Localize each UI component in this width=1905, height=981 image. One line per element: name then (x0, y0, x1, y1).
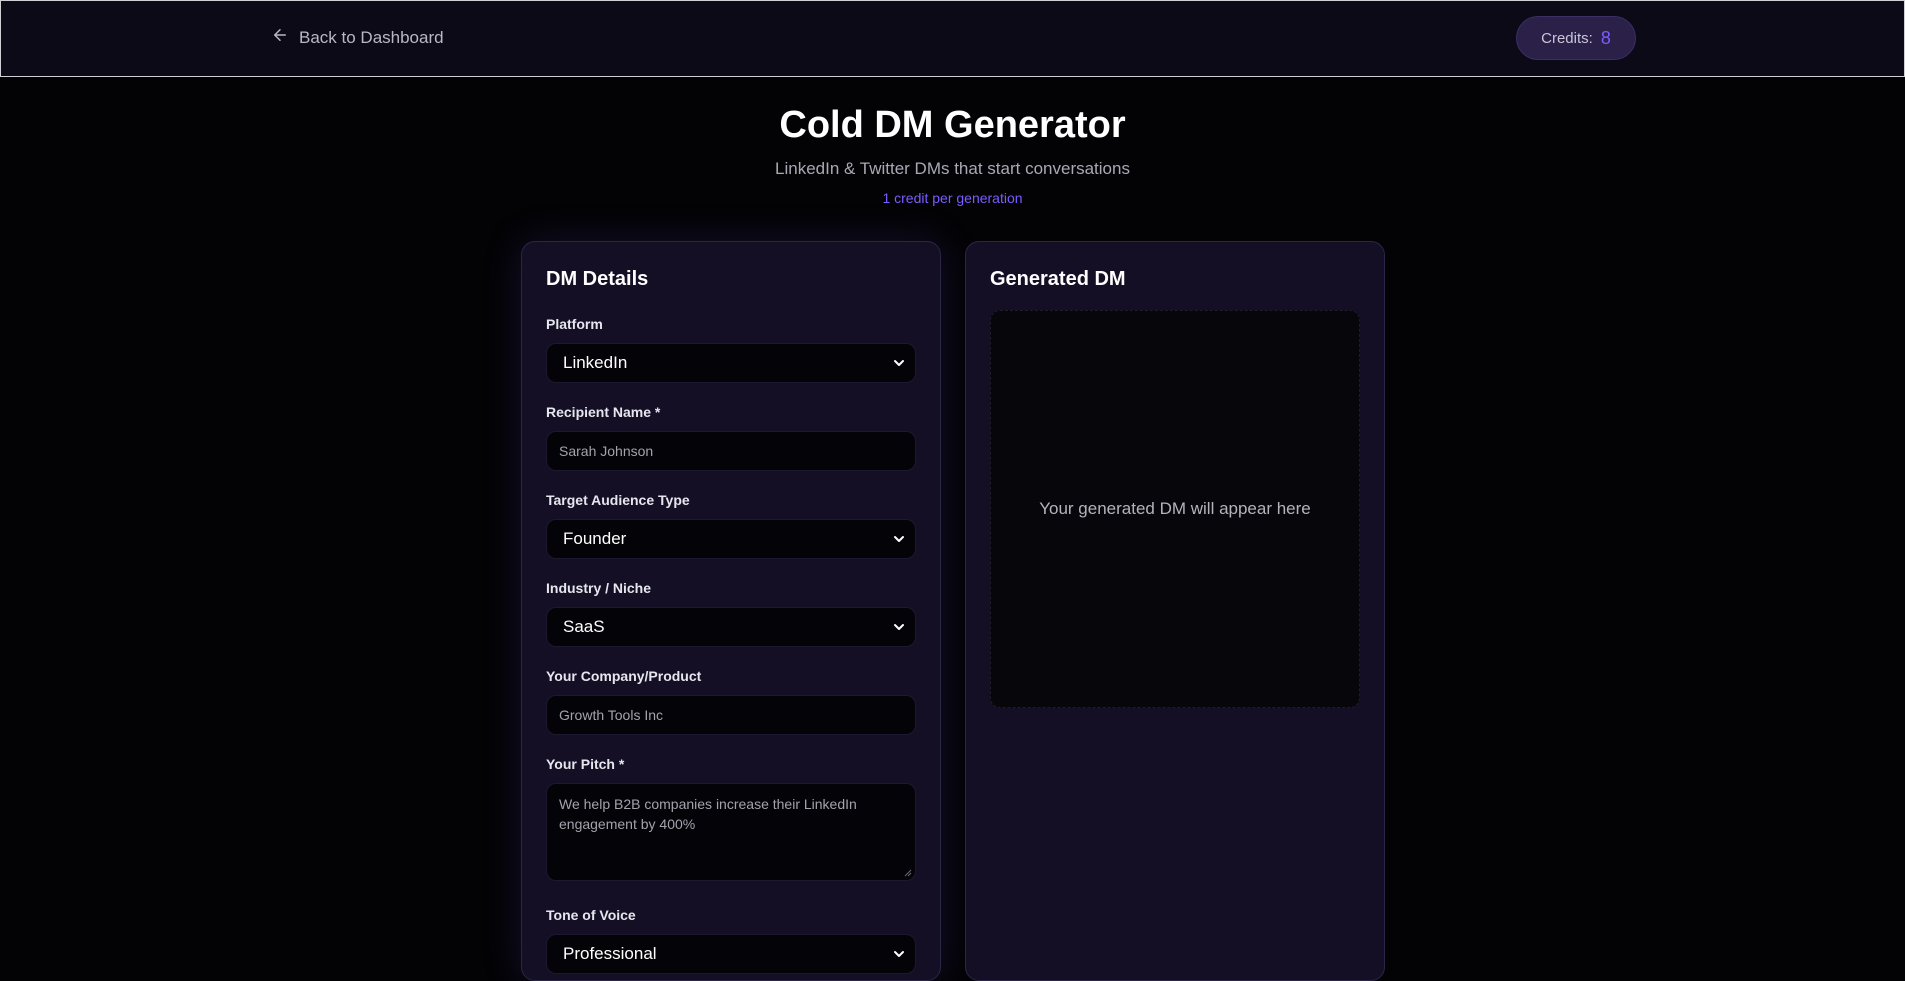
platform-select-value: LinkedIn (563, 353, 628, 372)
generated-dm-output: Your generated DM will appear here (990, 310, 1360, 708)
industry-value: SaaS (563, 617, 605, 636)
chevron-down-icon (894, 624, 904, 630)
generated-dm-placeholder: Your generated DM will appear here (1039, 499, 1311, 518)
credit-cost-note: 1 credit per generation (882, 190, 1023, 206)
audience-type-label: Target Audience Type (546, 492, 690, 508)
platform-select[interactable]: LinkedIn (546, 343, 916, 383)
chevron-down-icon (894, 536, 904, 542)
generated-dm-panel: Generated DM Your generated DM will appe… (965, 241, 1385, 981)
pitch-placeholder: We help B2B companies increase their Lin… (559, 796, 857, 832)
industry-select[interactable]: SaaS (546, 607, 916, 647)
recipient-name-label: Recipient Name * (546, 404, 661, 420)
back-link-label: Back to Dashboard (299, 27, 444, 47)
recipient-name-placeholder: Sarah Johnson (559, 443, 654, 459)
resize-grip-icon[interactable] (904, 869, 912, 877)
company-placeholder: Growth Tools Inc (559, 707, 664, 723)
pitch-textarea[interactable]: We help B2B companies increase their Lin… (546, 783, 916, 881)
credits-value: 8 (1600, 27, 1611, 48)
tone-select[interactable]: Professional (546, 934, 916, 974)
company-label: Your Company/Product (546, 668, 702, 684)
dm-details-panel: DM Details Platform LinkedIn Recipient N… (521, 241, 941, 981)
page-subtitle: LinkedIn & Twitter DMs that start conver… (775, 159, 1130, 178)
page-title: Cold DM Generator (779, 104, 1126, 146)
platform-label: Platform (546, 316, 603, 332)
industry-label: Industry / Niche (546, 580, 652, 596)
audience-type-select[interactable]: Founder (546, 519, 916, 559)
recipient-name-input[interactable]: Sarah Johnson (546, 431, 916, 471)
chevron-down-icon (894, 951, 904, 957)
credits-label: Credits: (1541, 29, 1593, 47)
tone-label: Tone of Voice (546, 907, 636, 923)
audience-type-value: Founder (563, 529, 627, 548)
chevron-down-icon (894, 360, 904, 366)
company-input[interactable]: Growth Tools Inc (546, 695, 916, 735)
pitch-label: Your Pitch * (546, 756, 625, 772)
dm-details-heading: DM Details (546, 268, 649, 290)
credits-badge: Credits: 8 (1516, 16, 1636, 60)
top-bar: Back to Dashboard Credits: 8 (0, 0, 1905, 77)
generated-dm-heading: Generated DM (990, 268, 1126, 290)
arrow-left-icon (271, 26, 289, 49)
back-to-dashboard-link[interactable]: Back to Dashboard (271, 26, 444, 49)
tone-value: Professional (563, 944, 657, 963)
